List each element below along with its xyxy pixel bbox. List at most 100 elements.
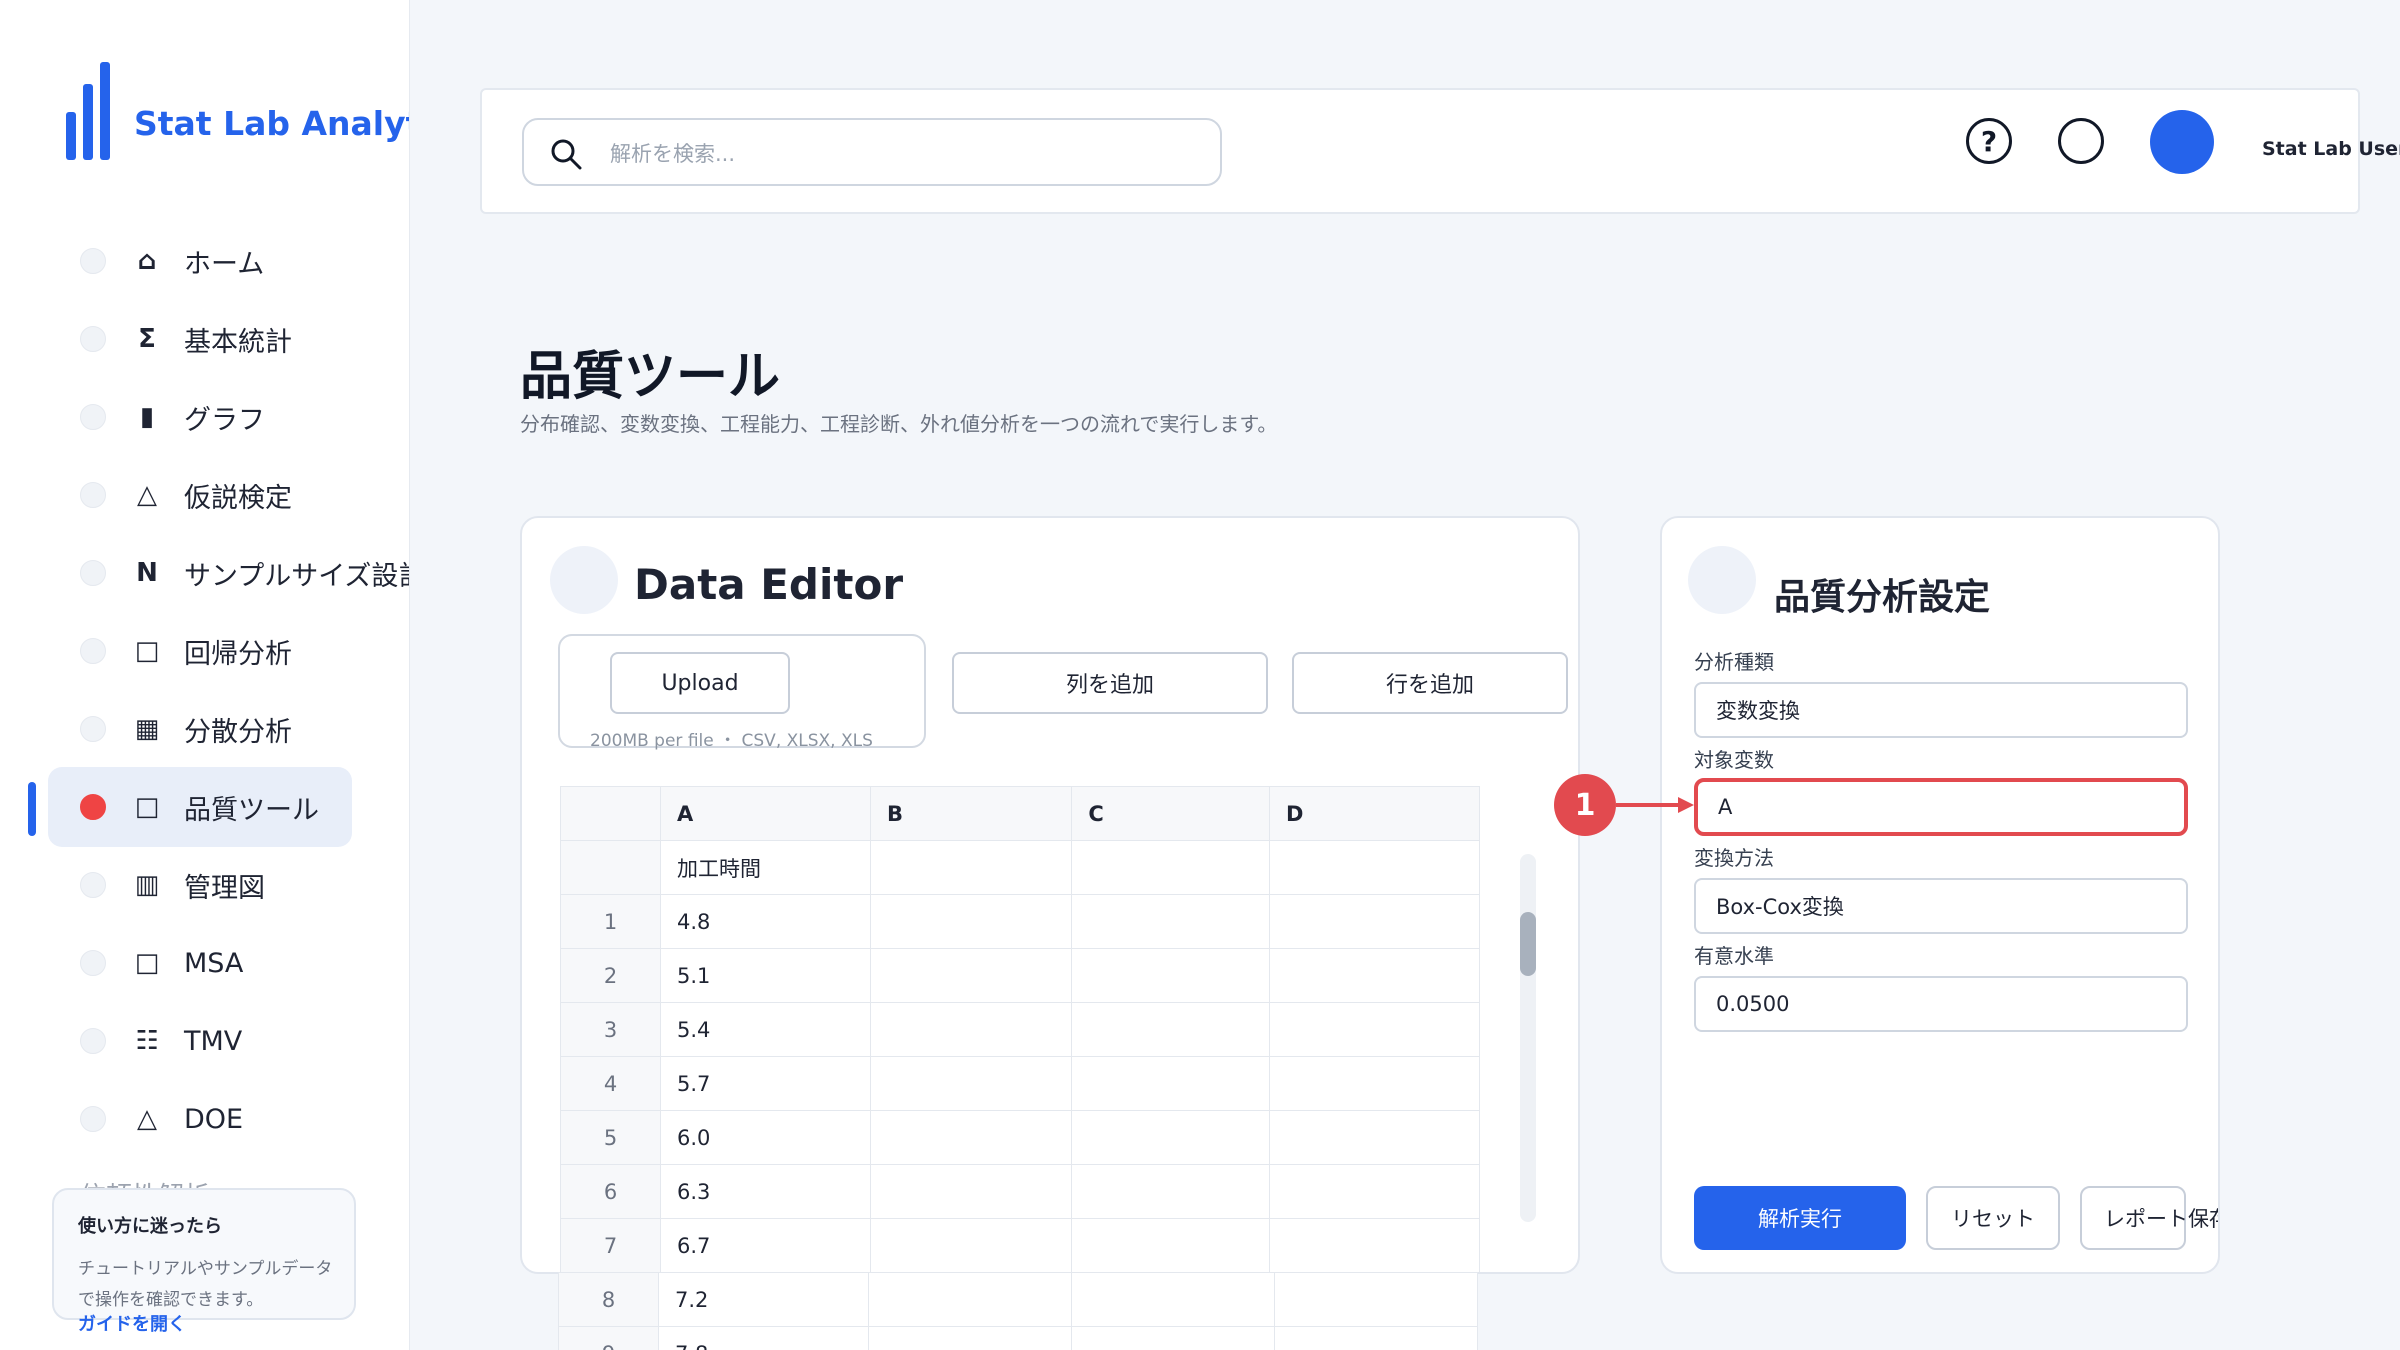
table-cell[interactable]: 6.0 [660, 1110, 871, 1165]
table-cell[interactable] [1269, 948, 1480, 1003]
avatar[interactable] [2150, 110, 2214, 174]
row-number: 4 [560, 1056, 661, 1111]
table-cell[interactable] [1269, 894, 1480, 949]
table-cell[interactable] [1071, 1326, 1275, 1350]
table-cell[interactable] [1269, 1164, 1480, 1219]
triangle-icon: △ [137, 480, 157, 510]
search-icon [551, 139, 582, 170]
analysis-type-label: 分析種類 [1694, 650, 1774, 674]
sidebar-item-label: DOE [184, 1103, 244, 1135]
target-variable-select[interactable]: A [1694, 778, 2188, 836]
sidebar-item-msa[interactable]: □ MSA [0, 924, 409, 1002]
table-cell[interactable] [1071, 1110, 1270, 1165]
help-card-title: 使い方に迷ったら [78, 1216, 222, 1237]
significance-level-input[interactable]: 0.0500 [1694, 976, 2188, 1032]
table-cell[interactable] [869, 1002, 1073, 1057]
top-header: ? Stat Lab User [480, 88, 2400, 214]
table-cell[interactable] [1274, 1272, 1478, 1327]
quality-settings-card: 品質分析設定 分析種類 変数変換 対象変数 A 変換方法 Box-Cox変換 有… [1660, 516, 2220, 1274]
settings-title: 品質分析設定 [1774, 577, 1991, 618]
table-cell[interactable]: 6.7 [660, 1218, 871, 1272]
table-cell[interactable] [869, 840, 1073, 895]
row-number: 2 [560, 948, 661, 1003]
table-cell[interactable] [869, 894, 1073, 949]
add-column-button[interactable]: 列を追加 [952, 652, 1268, 714]
table-cell[interactable] [1269, 1056, 1480, 1111]
column-header[interactable]: B [869, 786, 1073, 841]
table-cell[interactable] [1071, 1002, 1270, 1057]
table-cell[interactable] [1269, 1110, 1480, 1165]
table-cell[interactable] [1071, 1164, 1270, 1219]
table-cell[interactable] [1071, 840, 1270, 895]
table-cell[interactable]: 7.2 [658, 1272, 869, 1327]
sidebar-item-basic-stats[interactable]: Σ 基本統計 [0, 300, 409, 378]
circle-icon[interactable] [2058, 118, 2104, 164]
sidebar-item-tmv[interactable]: ☷ TMV [0, 1002, 409, 1080]
table-cell[interactable] [869, 1056, 1073, 1111]
table-cell[interactable] [869, 1164, 1073, 1219]
run-analysis-button[interactable]: 解析実行 [1694, 1186, 1906, 1250]
table-cell[interactable] [868, 1272, 1072, 1327]
table-cell[interactable]: 5.1 [660, 948, 871, 1003]
table-cell[interactable] [869, 1218, 1073, 1272]
sidebar-item-control-chart[interactable]: ▥ 管理図 [0, 846, 409, 924]
table-cell[interactable]: 加工時間 [660, 840, 871, 895]
help-card-text: チュートリアルやサンプルデータで操作を確認できます。 [78, 1259, 333, 1310]
table-cell[interactable] [1269, 840, 1480, 895]
search-box[interactable] [522, 118, 1222, 186]
sidebar-item-label: 仮説検定 [184, 482, 292, 514]
table-cell[interactable] [869, 948, 1073, 1003]
sidebar-item-label: サンプルサイズ設計 [184, 560, 410, 592]
scrollbar-thumb[interactable] [1520, 912, 1536, 976]
row-number: 1 [560, 894, 661, 949]
table-cell[interactable] [1269, 1218, 1480, 1272]
transform-method-select[interactable]: Box-Cox変換 [1694, 878, 2188, 934]
sidebar-item-home[interactable]: ⌂ ホーム [0, 222, 409, 300]
table-cell[interactable] [1071, 948, 1270, 1003]
vertical-scrollbar[interactable] [1520, 854, 1536, 1222]
row-number [560, 840, 661, 895]
card-icon [1688, 546, 1756, 614]
table-cell[interactable] [1269, 1002, 1480, 1057]
sidebar-item-graph[interactable]: ▮ グラフ [0, 378, 409, 456]
add-row-button[interactable]: 行を追加 [1292, 652, 1568, 714]
open-guide-link[interactable]: ガイドを開く [78, 1310, 186, 1336]
table-cell[interactable]: 5.7 [660, 1056, 871, 1111]
table-row: 3 5.4 [560, 1002, 1480, 1057]
upload-button[interactable]: Upload [610, 652, 790, 714]
table-row: 5 6.0 [560, 1110, 1480, 1165]
sidebar-item-doe[interactable]: △ DOE [0, 1080, 409, 1158]
sidebar-item-hypothesis-test[interactable]: △ 仮説検定 [0, 456, 409, 534]
corner-cell [560, 786, 661, 841]
table-cell[interactable] [1071, 894, 1270, 949]
status-dot [80, 638, 106, 664]
sidebar-item-anova[interactable]: ▦ 分散分析 [0, 690, 409, 768]
table-cell[interactable] [869, 1110, 1073, 1165]
sidebar-nav: ⌂ ホーム Σ 基本統計 ▮ グラフ △ 仮説検定 N サンプルサイズ設計 □ … [0, 222, 410, 1158]
upload-dropzone[interactable]: Upload 200MB per file ・ CSV, XLSX, XLS [558, 634, 926, 751]
save-report-button[interactable]: レポート保存 [2080, 1186, 2218, 1250]
table-cell[interactable] [1274, 1326, 1478, 1350]
status-dot [80, 1028, 106, 1054]
table-cell[interactable]: 6.3 [660, 1164, 871, 1219]
sidebar-item-regression[interactable]: □ 回帰分析 [0, 612, 409, 690]
table-cell[interactable]: 7.8 [658, 1326, 869, 1350]
sidebar-item-label: ホーム [184, 248, 265, 280]
column-header[interactable]: D [1269, 786, 1480, 841]
column-header[interactable]: A [660, 786, 871, 841]
table-cell[interactable]: 4.8 [660, 894, 871, 949]
analysis-type-select[interactable]: 変数変換 [1694, 682, 2188, 738]
table-cell[interactable] [868, 1326, 1072, 1350]
sidebar-item-sample-size[interactable]: N サンプルサイズ設計 [0, 534, 410, 612]
table-cell[interactable] [1071, 1056, 1270, 1111]
sidebar-item-quality-tools[interactable]: □ 品質ツール [0, 767, 409, 847]
column-header[interactable]: C [1071, 786, 1270, 841]
search-input[interactable] [610, 134, 1190, 174]
table-cell[interactable] [1071, 1272, 1275, 1327]
table-cell[interactable]: 5.4 [660, 1002, 871, 1057]
user-name[interactable]: Stat Lab User [2262, 138, 2400, 160]
annotation-marker: 1 [1554, 774, 1616, 836]
reset-button[interactable]: リセット [1926, 1186, 2060, 1250]
table-cell[interactable] [1071, 1218, 1270, 1272]
help-icon[interactable]: ? [1966, 118, 2012, 164]
